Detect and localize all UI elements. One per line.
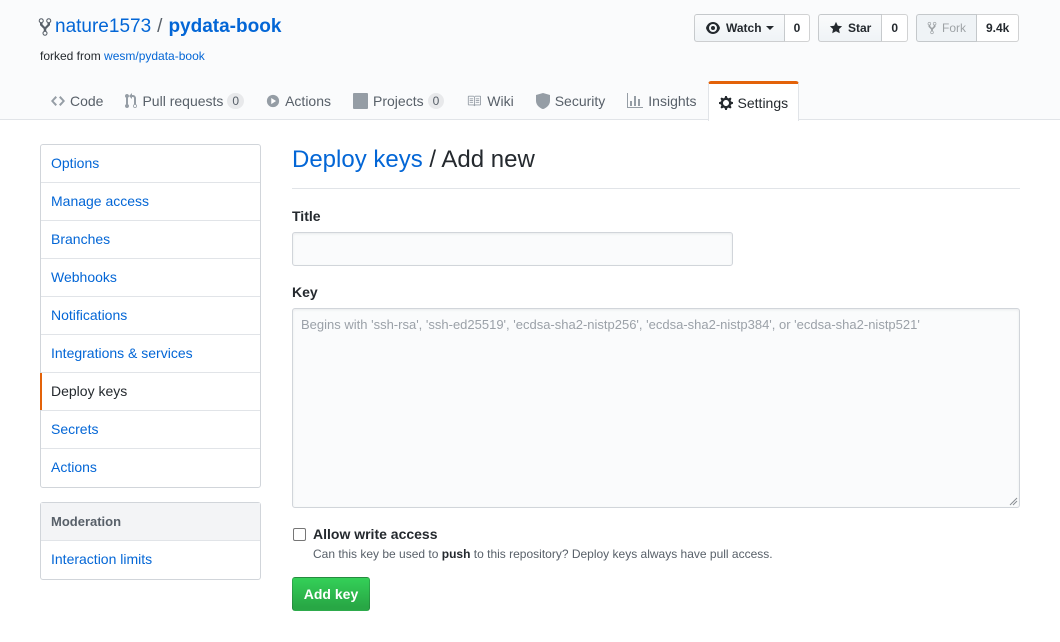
menu-item-branches[interactable]: Branches: [41, 221, 260, 259]
fork-label: Fork: [942, 21, 966, 35]
fork-count[interactable]: 9.4k: [977, 14, 1020, 42]
subhead: Deploy keys / Add new: [292, 146, 1020, 189]
fork-group: Fork 9.4k: [916, 14, 1020, 42]
tab-actions[interactable]: Actions: [255, 81, 342, 120]
allow-write-note: Can this key be used to push to this rep…: [313, 547, 773, 561]
tab-projects[interactable]: Projects 0: [342, 81, 455, 120]
repo-nav: Code Pull requests 0 Actions Projects 0 …: [40, 81, 800, 121]
code-icon: [51, 96, 65, 106]
caret-down-icon: [765, 26, 774, 30]
title-label: Title: [292, 208, 321, 224]
key-textarea[interactable]: [292, 308, 1020, 508]
menu-item-secrets[interactable]: Secrets: [41, 411, 260, 449]
repo-forked-icon: [927, 21, 937, 35]
tab-security[interactable]: Security: [525, 81, 617, 120]
repo-forked-icon: [38, 18, 52, 36]
graph-icon: [627, 93, 644, 108]
tab-settings-label: Settings: [737, 94, 789, 111]
note-bold: push: [441, 547, 471, 561]
menu-item-options[interactable]: Options: [41, 145, 260, 183]
note-after: to this repository? Deploy keys always h…: [473, 547, 773, 561]
forked-from-link[interactable]: wesm/pydata-book: [104, 49, 205, 63]
star-icon: [829, 21, 843, 34]
note-before: Can this key be used to: [313, 547, 439, 561]
allow-write-label[interactable]: Allow write access: [313, 526, 438, 542]
menu-item-interaction-limits[interactable]: Interaction limits: [41, 541, 260, 579]
repo-separator: /: [157, 16, 163, 37]
gear-icon: [718, 95, 733, 110]
star-group: Star 0: [818, 14, 909, 42]
page-title-text: Add new: [441, 146, 535, 173]
key-label: Key: [292, 284, 318, 300]
watch-group: Watch 0: [694, 14, 811, 42]
eye-icon: [706, 22, 720, 34]
repo-header: nature1573 / pydata-book forked from wes…: [0, 0, 1060, 121]
tab-projects-label: Projects: [373, 93, 424, 109]
menu-item-webhooks[interactable]: Webhooks: [41, 259, 260, 297]
page-title: Deploy keys / Add new: [292, 146, 1020, 174]
fork-button[interactable]: Fork: [916, 14, 977, 42]
repo-name-link[interactable]: pydata-book: [168, 16, 281, 38]
book-icon: [468, 95, 482, 107]
tab-wiki[interactable]: Wiki: [455, 81, 524, 120]
star-count[interactable]: 0: [882, 14, 909, 42]
star-label: Star: [848, 21, 872, 35]
repo-title: nature1573 / pydata-book: [38, 16, 281, 38]
star-button[interactable]: Star: [818, 14, 883, 42]
tab-wiki-label: Wiki: [487, 93, 514, 109]
tab-pull-requests[interactable]: Pull requests 0: [114, 81, 255, 120]
menu-item-notifications[interactable]: Notifications: [41, 297, 260, 335]
resize-handle-icon[interactable]: [1008, 496, 1018, 506]
tab-code[interactable]: Code: [40, 81, 114, 120]
moderation-heading: Moderation: [41, 503, 260, 541]
deploy-keys-breadcrumb-link[interactable]: Deploy keys: [292, 146, 423, 173]
pull-requests-counter: 0: [227, 93, 245, 109]
forked-from-prefix: forked from: [40, 49, 101, 63]
add-key-button[interactable]: Add key: [292, 577, 370, 611]
settings-menu: Options Manage access Branches Webhooks …: [40, 144, 261, 488]
projects-counter: 0: [427, 93, 445, 109]
menu-item-integrations-services[interactable]: Integrations & services: [41, 335, 260, 373]
moderation-menu: Moderation Interaction limits: [40, 502, 261, 580]
repo-owner-link[interactable]: nature1573: [55, 16, 151, 38]
forked-from-text: forked from wesm/pydata-book: [40, 49, 205, 63]
play-icon: [266, 94, 280, 108]
menu-item-actions[interactable]: Actions: [41, 449, 260, 487]
project-icon: [353, 93, 369, 109]
title-input[interactable]: [292, 232, 733, 266]
tab-insights-label: Insights: [648, 93, 697, 109]
tab-code-label: Code: [70, 93, 104, 109]
watch-button[interactable]: Watch: [694, 14, 785, 42]
watch-count[interactable]: 0: [784, 14, 811, 42]
tab-actions-label: Actions: [285, 93, 332, 109]
watch-label: Watch: [726, 21, 762, 35]
tab-settings[interactable]: Settings: [707, 81, 800, 121]
git-pull-request-icon: [125, 93, 138, 109]
menu-item-deploy-keys[interactable]: Deploy keys: [40, 373, 260, 411]
tab-insights[interactable]: Insights: [616, 81, 707, 120]
tab-pull-requests-label: Pull requests: [142, 93, 224, 109]
shield-icon: [535, 93, 550, 109]
menu-item-manage-access[interactable]: Manage access: [41, 183, 260, 221]
allow-write-checkbox[interactable]: [293, 528, 306, 541]
tab-security-label: Security: [554, 93, 606, 109]
breadcrumb-separator: /: [429, 146, 437, 173]
